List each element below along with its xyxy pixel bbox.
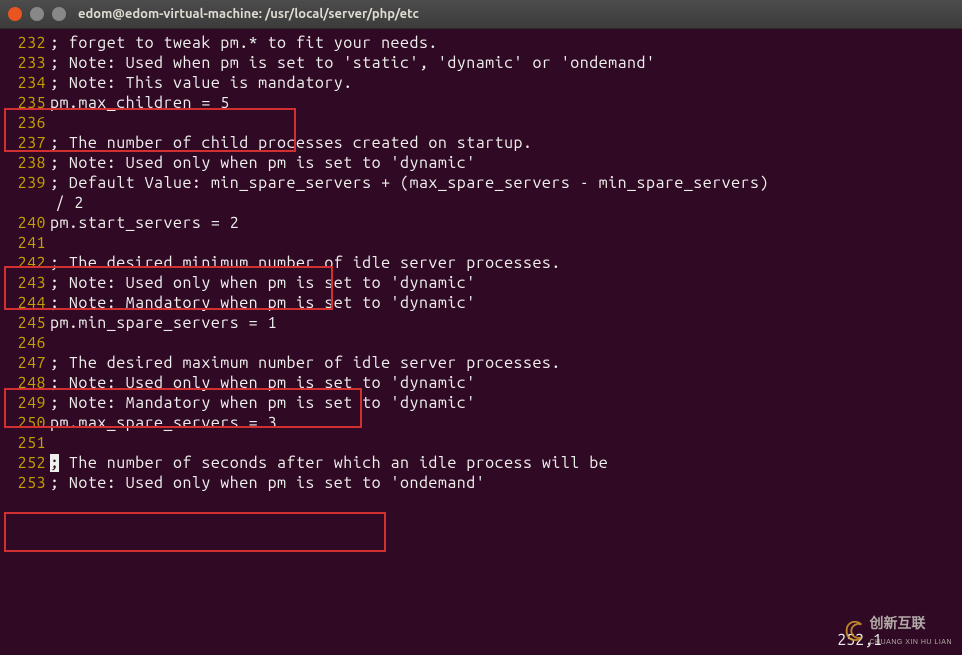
- line-text: ; Note: Used only when pm is set to 'dyn…: [50, 373, 962, 393]
- editor-line[interactable]: 242; The desired minimum number of idle …: [0, 253, 962, 273]
- line-number: 249: [0, 393, 50, 413]
- editor-line[interactable]: 235pm.max_children = 5: [0, 93, 962, 113]
- editor-line[interactable]: 234; Note: This value is mandatory.: [0, 73, 962, 93]
- logo-icon: [843, 619, 865, 641]
- line-number: 247: [0, 353, 50, 373]
- editor-line[interactable]: 252; The number of seconds after which a…: [0, 453, 962, 473]
- line-number: 250: [0, 413, 50, 433]
- close-icon[interactable]: [8, 7, 22, 21]
- line-number: 232: [0, 33, 50, 53]
- line-number: 233: [0, 53, 50, 73]
- window-title: edom@edom-virtual-machine: /usr/local/se…: [78, 7, 419, 21]
- watermark-sub: CHUANG XIN HU LIAN: [869, 639, 952, 646]
- line-number: 253: [0, 473, 50, 493]
- line-number: 235: [0, 93, 50, 113]
- editor-line[interactable]: 245pm.min_spare_servers = 1: [0, 313, 962, 333]
- line-number: 245: [0, 313, 50, 333]
- line-text: ; Note: Used when pm is set to 'static',…: [50, 53, 962, 73]
- maximize-icon[interactable]: [52, 7, 66, 21]
- line-text: pm.start_servers = 2: [50, 213, 962, 233]
- editor-line[interactable]: 243; Note: Used only when pm is set to '…: [0, 273, 962, 293]
- cursor: ;: [50, 454, 59, 472]
- line-number: 246: [0, 333, 50, 353]
- line-text: ; forget to tweak pm.* to fit your needs…: [50, 33, 962, 53]
- line-number: 239: [0, 173, 50, 193]
- line-text: ; The number of child processes created …: [50, 133, 962, 153]
- editor-line[interactable]: 241: [0, 233, 962, 253]
- line-text: pm.min_spare_servers = 1: [50, 313, 962, 333]
- minimize-icon[interactable]: [30, 7, 44, 21]
- editor-line[interactable]: 239; Default Value: min_spare_servers + …: [0, 173, 962, 193]
- editor-line[interactable]: 249; Note: Mandatory when pm is set to '…: [0, 393, 962, 413]
- line-number: 237: [0, 133, 50, 153]
- highlight-box: [4, 512, 386, 552]
- editor-line[interactable]: 237; The number of child processes creat…: [0, 133, 962, 153]
- line-number: 240: [0, 213, 50, 233]
- editor-line[interactable]: 248; Note: Used only when pm is set to '…: [0, 373, 962, 393]
- line-text: ; The number of seconds after which an i…: [50, 453, 962, 473]
- editor-line[interactable]: 251: [0, 433, 962, 453]
- editor-line[interactable]: 247; The desired maximum number of idle …: [0, 353, 962, 373]
- editor-line[interactable]: 253; Note: Used only when pm is set to '…: [0, 473, 962, 493]
- line-number: 238: [0, 153, 50, 173]
- editor-line[interactable]: 240pm.start_servers = 2: [0, 213, 962, 233]
- editor-line[interactable]: 232; forget to tweak pm.* to fit your ne…: [0, 33, 962, 53]
- line-number: 234: [0, 73, 50, 93]
- editor-line[interactable]: 246: [0, 333, 962, 353]
- line-number: 252: [0, 453, 50, 473]
- watermark: 创新互联 CHUANG XIN HU LIAN: [843, 613, 952, 647]
- line-text: pm.max_spare_servers = 3: [50, 413, 962, 433]
- editor-line[interactable]: 250pm.max_spare_servers = 3: [0, 413, 962, 433]
- line-text: ; Note: Used only when pm is set to 'dyn…: [50, 273, 962, 293]
- line-number: 236: [0, 113, 50, 133]
- line-text: ; Note: Used only when pm is set to 'dyn…: [50, 153, 962, 173]
- editor-line[interactable]: / 2: [0, 193, 962, 213]
- line-number: 244: [0, 293, 50, 313]
- line-number: 248: [0, 373, 50, 393]
- editor-line[interactable]: 238; Note: Used only when pm is set to '…: [0, 153, 962, 173]
- editor-line[interactable]: 244; Note: Mandatory when pm is set to '…: [0, 293, 962, 313]
- line-text: ; Note: This value is mandatory.: [50, 73, 962, 93]
- line-number: 242: [0, 253, 50, 273]
- editor-viewport[interactable]: 232; forget to tweak pm.* to fit your ne…: [0, 29, 962, 493]
- watermark-text: 创新互联: [869, 615, 925, 631]
- line-text: ; The desired maximum number of idle ser…: [50, 353, 962, 373]
- line-number: 251: [0, 433, 50, 453]
- line-text: / 2: [46, 193, 962, 213]
- line-text: ; Note: Used only when pm is set to 'ond…: [50, 473, 962, 493]
- editor-line[interactable]: 233; Note: Used when pm is set to 'stati…: [0, 53, 962, 73]
- line-number: 241: [0, 233, 50, 253]
- editor-line[interactable]: 236: [0, 113, 962, 133]
- titlebar: edom@edom-virtual-machine: /usr/local/se…: [0, 0, 962, 29]
- line-text: ; Default Value: min_spare_servers + (ma…: [50, 173, 962, 193]
- line-text: pm.max_children = 5: [50, 93, 962, 113]
- line-text: ; Note: Mandatory when pm is set to 'dyn…: [50, 393, 962, 413]
- line-text: ; The desired minimum number of idle ser…: [50, 253, 962, 273]
- line-number: 243: [0, 273, 50, 293]
- line-text: ; Note: Mandatory when pm is set to 'dyn…: [50, 293, 962, 313]
